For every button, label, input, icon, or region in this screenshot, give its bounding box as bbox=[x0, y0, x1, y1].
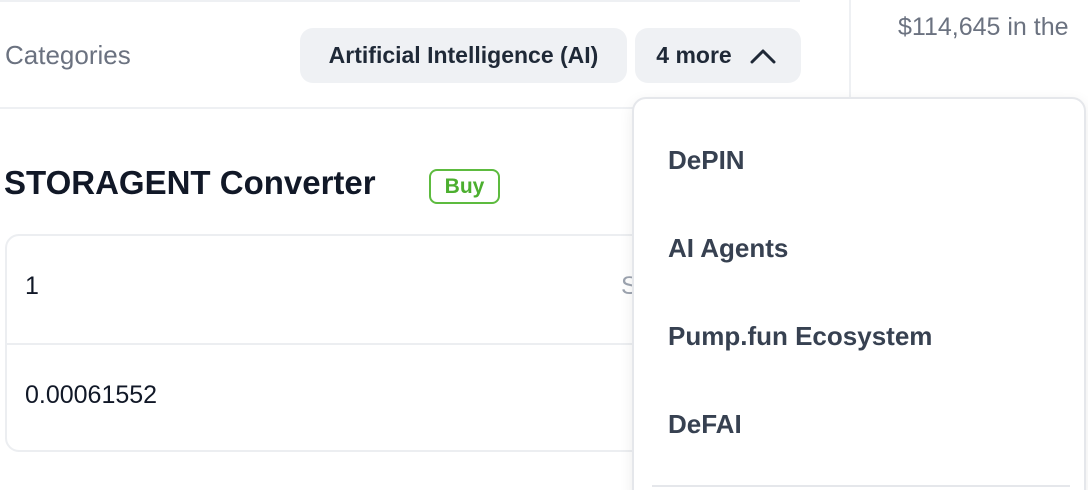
converter-amount-input[interactable] bbox=[25, 272, 585, 301]
side-price-text: $114,645 in the bbox=[898, 13, 1069, 41]
more-categories-label: 4 more bbox=[656, 42, 732, 68]
buy-button[interactable]: Buy bbox=[429, 169, 500, 204]
converter-result-input[interactable] bbox=[25, 381, 585, 410]
dropdown-item-ai-agents[interactable]: AI Agents bbox=[668, 233, 788, 273]
dropdown-divider bbox=[652, 485, 1070, 487]
dropdown-item-pump-fun-ecosystem[interactable]: Pump.fun Ecosystem bbox=[668, 321, 932, 361]
page: Categories Artificial Intelligence (AI) … bbox=[0, 0, 1088, 490]
more-categories-button[interactable]: 4 more bbox=[635, 28, 801, 83]
converter-output-row bbox=[7, 345, 703, 450]
converter-box: S bbox=[5, 234, 705, 452]
categories-label: Categories bbox=[5, 40, 131, 70]
categories-dropdown: DePIN AI Agents Pump.fun Ecosystem DeFAI bbox=[632, 97, 1086, 490]
converter-title: STORAGENT Converter bbox=[4, 164, 376, 201]
divider-top bbox=[0, 0, 800, 2]
dropdown-item-defai[interactable]: DeFAI bbox=[668, 409, 742, 449]
category-chip-label: Artificial Intelligence (AI) bbox=[328, 42, 599, 68]
converter-input-row: S bbox=[7, 236, 703, 345]
category-chip-ai[interactable]: Artificial Intelligence (AI) bbox=[300, 28, 627, 83]
chevron-up-icon bbox=[750, 48, 776, 64]
dropdown-item-depin[interactable]: DePIN bbox=[668, 145, 745, 185]
